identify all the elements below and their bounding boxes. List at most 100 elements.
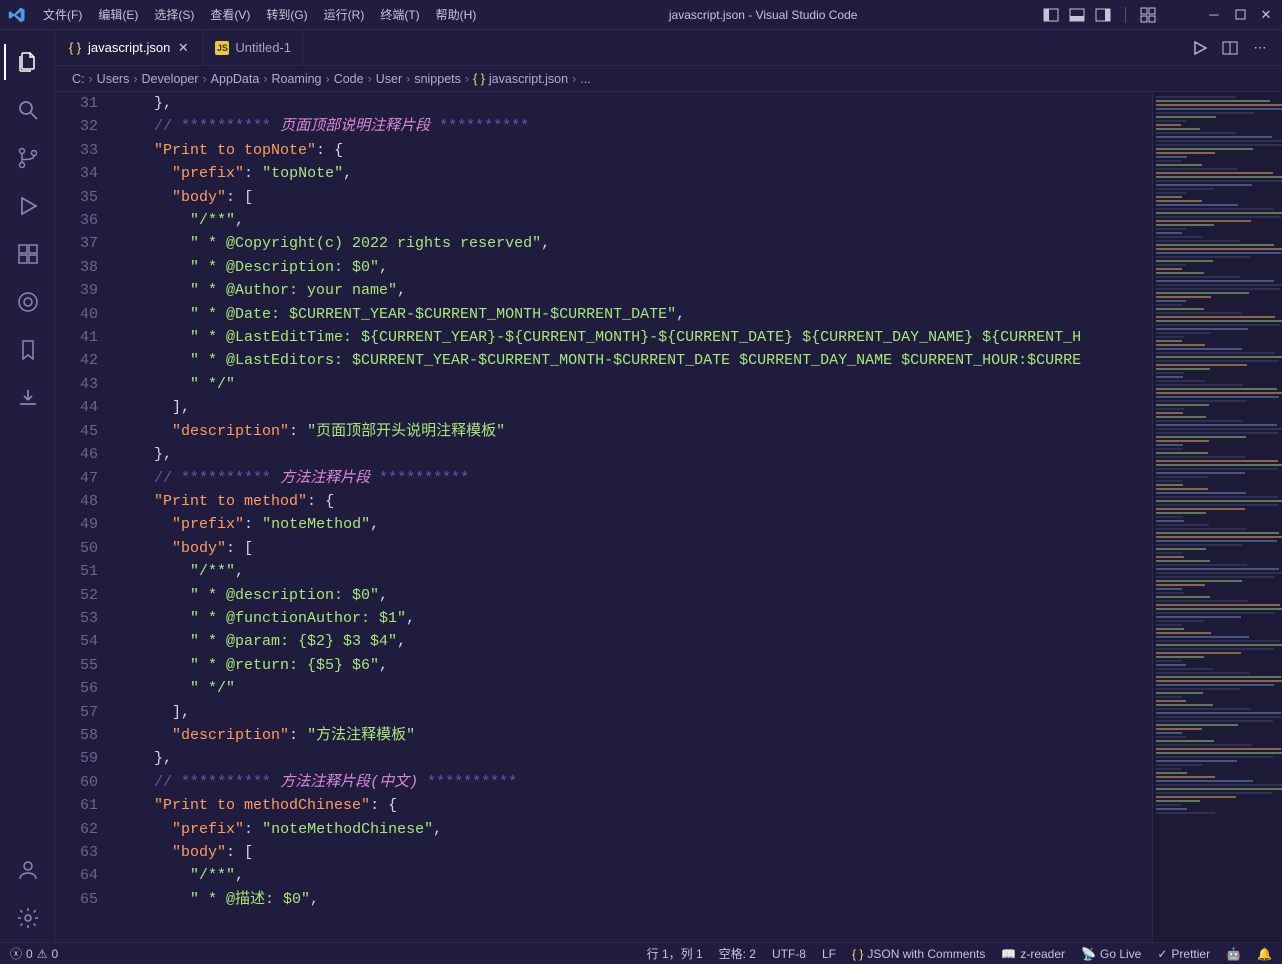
split-editor-icon[interactable] (1222, 40, 1238, 56)
json-file-icon: { } (473, 72, 485, 86)
vscode-icon (8, 6, 26, 24)
status-spaces[interactable]: 空格: 2 (719, 945, 756, 962)
editor[interactable]: 3132333435363738394041424344454647484950… (56, 92, 1282, 942)
code-content[interactable]: }, // ********** 页面顶部说明注释片段 ********** "… (118, 92, 1152, 942)
minimap[interactable] (1152, 92, 1282, 942)
activity-settings[interactable] (4, 894, 52, 942)
crumb-developer[interactable]: Developer (142, 72, 199, 86)
crumb-more[interactable]: ... (580, 72, 590, 86)
error-icon: ⓧ (10, 945, 22, 962)
menu-view[interactable]: 查看(V) (203, 2, 257, 27)
titlebar-actions: ─ ✕ (1043, 7, 1274, 23)
more-icon[interactable]: ⋯ (1252, 40, 1268, 56)
js-file-icon: JS (215, 41, 229, 55)
bell-icon: 🔔 (1257, 947, 1272, 961)
crumb-user[interactable]: User (376, 72, 402, 86)
crumb-roaming[interactable]: Roaming (271, 72, 321, 86)
window-maximize-icon[interactable] (1232, 7, 1248, 23)
activity-account[interactable] (4, 846, 52, 894)
status-language[interactable]: { } JSON with Comments (852, 947, 985, 961)
tab-label: Untitled-1 (235, 40, 291, 55)
tab-bar: { } javascript.json ✕ JS Untitled-1 ⋯ (56, 30, 1282, 66)
crumb-snippets[interactable]: snippets (414, 72, 461, 86)
menu-edit[interactable]: 编辑(E) (91, 2, 145, 27)
menu-bar: 文件(F) 编辑(E) 选择(S) 查看(V) 转到(G) 运行(R) 终端(T… (36, 2, 483, 27)
search-icon (16, 98, 40, 122)
status-bar: ⓧ0 ⚠0 行 1，列 1 空格: 2 UTF-8 LF { } JSON wi… (0, 942, 1282, 964)
crumb-file[interactable]: { } javascript.json (473, 72, 568, 86)
window-close-icon[interactable]: ✕ (1258, 7, 1274, 23)
layout-customize-icon[interactable] (1140, 7, 1156, 23)
status-errors[interactable]: ⓧ0 ⚠0 (10, 945, 58, 962)
check-icon: ✓ (1157, 947, 1167, 961)
menu-help[interactable]: 帮助(H) (429, 2, 484, 27)
layout-primary-sidebar-icon[interactable] (1043, 7, 1059, 23)
activity-search[interactable] (4, 86, 52, 134)
branch-icon (16, 146, 40, 170)
book-icon: 📖 (1001, 947, 1016, 961)
import-icon (16, 386, 40, 410)
crumb-code[interactable]: Code (334, 72, 364, 86)
status-eol[interactable]: LF (822, 947, 836, 961)
separator (1125, 7, 1126, 23)
activity-remote[interactable] (4, 278, 52, 326)
feedback-icon: 🤖 (1226, 947, 1241, 961)
activity-run-debug[interactable] (4, 182, 52, 230)
chevron-right-icon: › (89, 72, 93, 86)
tab-label: javascript.json (88, 40, 170, 55)
activity-bar (0, 30, 56, 942)
chevron-right-icon: › (368, 72, 372, 86)
menu-goto[interactable]: 转到(G) (259, 2, 314, 27)
activity-import[interactable] (4, 374, 52, 422)
files-icon (16, 50, 40, 74)
status-notifications[interactable]: 🔔 (1257, 947, 1272, 961)
chevron-right-icon: › (263, 72, 267, 86)
broadcast-icon: 📡 (1081, 947, 1096, 961)
crumb-appdata[interactable]: AppData (211, 72, 260, 86)
activity-extensions[interactable] (4, 230, 52, 278)
status-golive[interactable]: 📡 Go Live (1081, 947, 1141, 961)
editor-area: { } javascript.json ✕ JS Untitled-1 ⋯ C:… (56, 30, 1282, 942)
layout-secondary-sidebar-icon[interactable] (1095, 7, 1111, 23)
target-icon (16, 290, 40, 314)
crumb-c[interactable]: C: (72, 72, 85, 86)
close-icon[interactable]: ✕ (176, 41, 190, 55)
chevron-right-icon: › (133, 72, 137, 86)
bookmark-icon (16, 338, 40, 362)
status-feedback[interactable]: 🤖 (1226, 947, 1241, 961)
chevron-right-icon: › (202, 72, 206, 86)
status-zreader[interactable]: 📖 z-reader (1001, 947, 1065, 961)
warning-icon: ⚠ (37, 947, 48, 961)
chevron-right-icon: › (572, 72, 576, 86)
window-title: javascript.json - Visual Studio Code (483, 8, 1043, 22)
line-number-gutter: 3132333435363738394041424344454647484950… (56, 92, 118, 942)
extensions-icon (16, 242, 40, 266)
menu-select[interactable]: 选择(S) (147, 2, 201, 27)
menu-file[interactable]: 文件(F) (36, 2, 89, 27)
gear-icon (16, 906, 40, 930)
status-encoding[interactable]: UTF-8 (772, 947, 806, 961)
menu-run[interactable]: 运行(R) (317, 2, 372, 27)
tab-javascript-json[interactable]: { } javascript.json ✕ (56, 30, 203, 65)
chevron-right-icon: › (326, 72, 330, 86)
crumb-users[interactable]: Users (97, 72, 130, 86)
editor-actions: ⋯ (1192, 30, 1282, 65)
menu-terminal[interactable]: 终端(T) (373, 2, 426, 27)
chevron-right-icon: › (406, 72, 410, 86)
title-bar: 文件(F) 编辑(E) 选择(S) 查看(V) 转到(G) 运行(R) 终端(T… (0, 0, 1282, 30)
status-prettier[interactable]: ✓ Prettier (1157, 947, 1210, 961)
layout-panel-icon[interactable] (1069, 7, 1085, 23)
activity-explorer[interactable] (4, 38, 52, 86)
activity-source-control[interactable] (4, 134, 52, 182)
window-minimize-icon[interactable]: ─ (1206, 7, 1222, 23)
breadcrumb[interactable]: C:› Users› Developer› AppData› Roaming› … (56, 66, 1282, 92)
play-icon (16, 194, 40, 218)
json-file-icon: { } (68, 41, 82, 55)
tab-untitled-1[interactable]: JS Untitled-1 (203, 30, 304, 65)
person-icon (16, 858, 40, 882)
run-icon[interactable] (1192, 40, 1208, 56)
activity-bookmark[interactable] (4, 326, 52, 374)
chevron-right-icon: › (465, 72, 469, 86)
status-line-col[interactable]: 行 1，列 1 (647, 945, 703, 962)
json-icon: { } (852, 947, 863, 961)
